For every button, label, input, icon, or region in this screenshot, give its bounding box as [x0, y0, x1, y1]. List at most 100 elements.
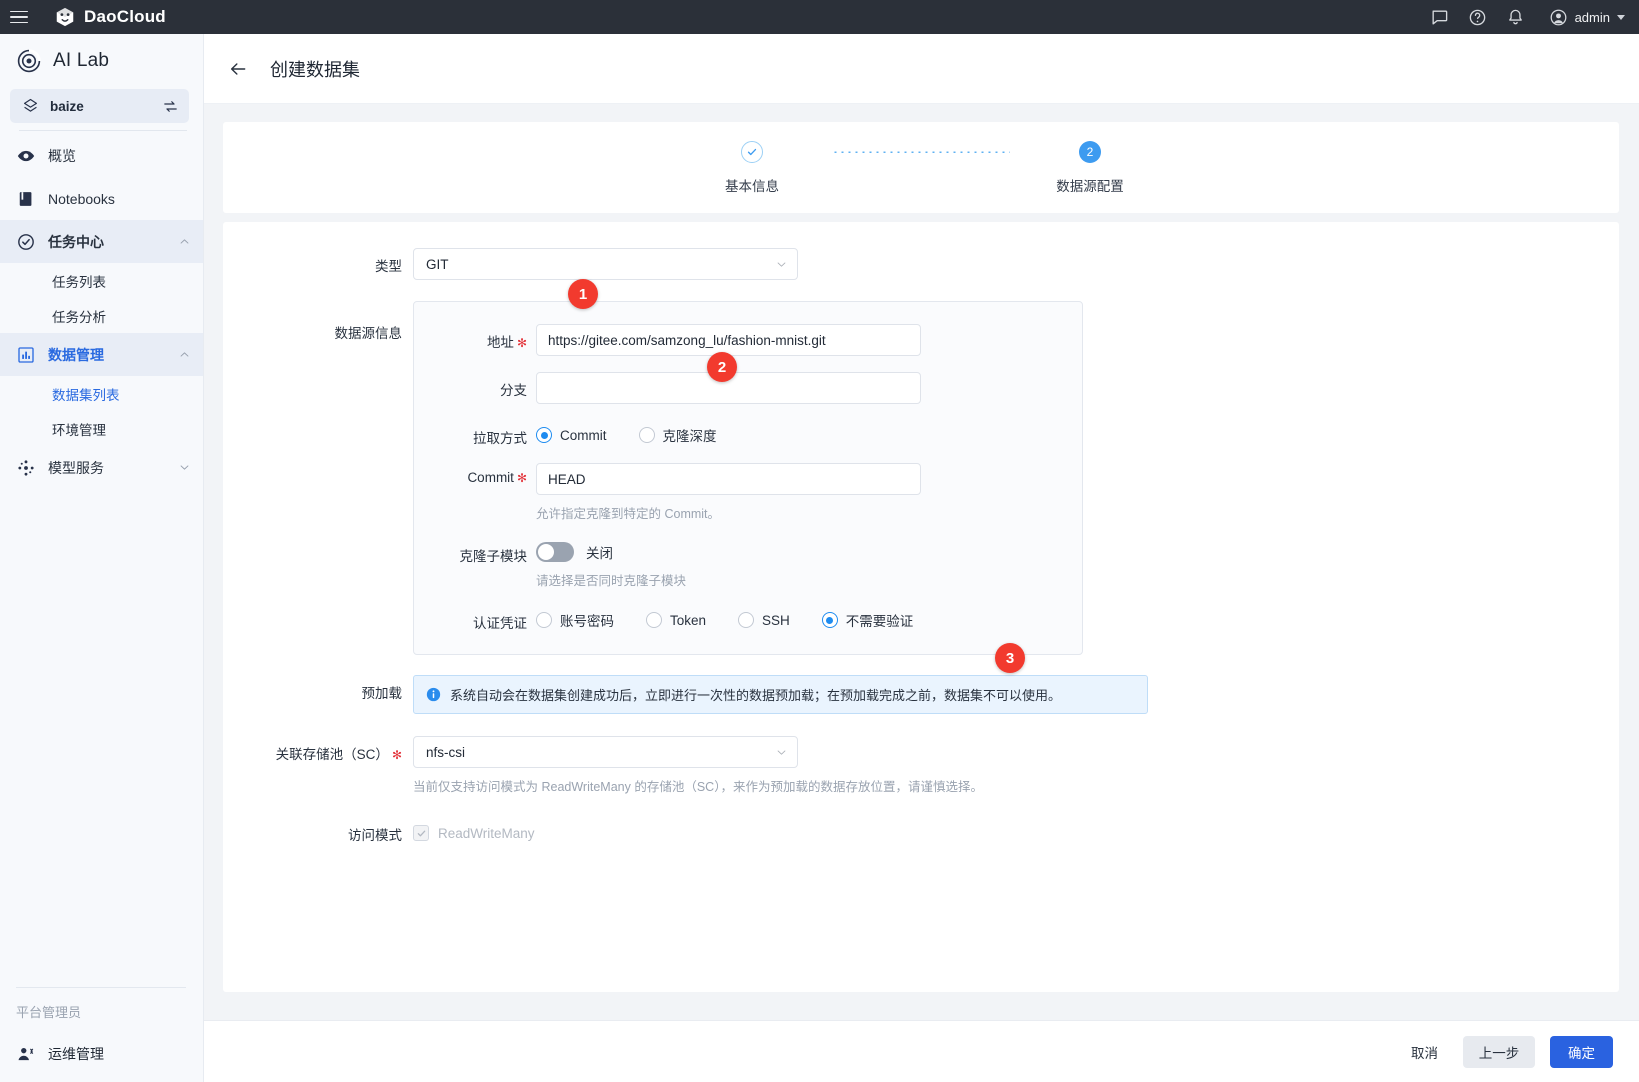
sidebar-item-dataset-list[interactable]: 数据集列表: [0, 376, 203, 411]
datasource-label: 数据源信息: [223, 300, 413, 655]
ops-icon: [16, 1044, 36, 1064]
branch-label: 分支: [414, 372, 536, 399]
bell-icon[interactable]: [1506, 8, 1525, 27]
preload-label: 预加载: [223, 675, 413, 714]
access-mode-option-label: ReadWriteMany: [438, 826, 535, 841]
sidebar-item-task-analysis[interactable]: 任务分析: [0, 298, 203, 333]
page-header: 创建数据集: [204, 34, 1639, 104]
field-address: 地址✻: [414, 324, 1082, 356]
field-auth: 认证凭证 账号密码 Token: [414, 605, 1082, 632]
access-mode-label: 访问模式: [223, 817, 413, 844]
avatar-icon: [1549, 8, 1568, 27]
step-label: 基本信息: [725, 175, 779, 195]
sidebar-group-model-service[interactable]: 模型服务: [0, 446, 203, 489]
sidebar-group-label: 数据管理: [48, 345, 167, 365]
help-icon[interactable]: [1468, 8, 1487, 27]
commit-label-text: Commit: [467, 470, 514, 485]
required-marker: ✻: [517, 471, 527, 485]
radio-dot: [536, 612, 552, 628]
arrow-left-icon[interactable]: [228, 59, 248, 79]
stepper-connector: [832, 151, 1010, 153]
type-select[interactable]: GIT: [413, 248, 798, 280]
radio-auth-token[interactable]: Token: [646, 612, 706, 628]
chevron-up-icon: [179, 349, 190, 360]
workspace-selector[interactable]: baize: [10, 89, 189, 123]
address-label-text: 地址: [487, 335, 514, 350]
address-input[interactable]: [536, 324, 921, 356]
sidebar-sub-label: 任务分析: [52, 306, 106, 326]
app-title[interactable]: AI Lab: [0, 34, 203, 87]
radio-dot: [646, 612, 662, 628]
pull-mode-radio-group: Commit 克隆深度: [536, 420, 749, 445]
form-row-storage-pool: 关联存储池（SC）✻ nfs-csi 当前仅支持访问模式为 ReadWriteM…: [223, 736, 1619, 795]
annotation-bubble-1: 1: [568, 279, 598, 309]
sidebar-ops-label: 运维管理: [48, 1044, 104, 1064]
brand-name: DaoCloud: [84, 7, 166, 27]
sidebar-item-environment-management[interactable]: 环境管理: [0, 411, 203, 446]
radio-auth-ssh[interactable]: SSH: [738, 612, 790, 628]
step-datasource-config[interactable]: 2 数据源配置: [1010, 141, 1170, 195]
check-icon: [416, 828, 427, 839]
radio-pull-commit[interactable]: Commit: [536, 427, 607, 443]
brand-logo-area[interactable]: DaoCloud: [54, 6, 166, 28]
switch-icon[interactable]: [162, 98, 179, 115]
sidebar-item-notebooks[interactable]: Notebooks: [0, 177, 203, 220]
chevron-down-icon: [1617, 15, 1625, 20]
radio-dot: [738, 612, 754, 628]
storage-pool-label: 关联存储池（SC）✻: [223, 736, 413, 795]
access-mode-checkbox-row: ReadWriteMany: [413, 817, 535, 844]
sidebar-item-overview[interactable]: 概览: [0, 134, 203, 177]
check-icon: [746, 146, 758, 158]
commit-input[interactable]: [536, 463, 921, 495]
preload-message: 系统自动会在数据集创建成功后，立即进行一次性的数据预加载；在预加载完成之前，数据…: [450, 685, 1061, 704]
sidebar-group-label: 模型服务: [48, 458, 167, 478]
sidebar-sub-label: 环境管理: [52, 419, 106, 439]
storage-pool-select[interactable]: nfs-csi: [413, 736, 798, 768]
sidebar-item-task-list[interactable]: 任务列表: [0, 263, 203, 298]
form-row-access-mode: 访问模式 ReadWriteMany: [223, 817, 1619, 844]
cancel-button[interactable]: 取消: [1401, 1036, 1448, 1068]
chevron-down-icon: [179, 462, 190, 473]
storage-pool-value: nfs-csi: [426, 745, 776, 760]
submodule-toggle[interactable]: [536, 542, 574, 562]
step-badge-done: [741, 141, 763, 163]
stepper-card: 基本信息 2 数据源配置: [223, 122, 1619, 213]
sidebar-group-task-center[interactable]: 任务中心: [0, 220, 203, 263]
content-region: 基本信息 2 数据源配置 类型 GIT: [204, 104, 1639, 1020]
chat-icon[interactable]: [1430, 8, 1449, 27]
sidebar-group-label: 任务中心: [48, 232, 167, 252]
auth-radio-group: 账号密码 Token SSH: [536, 605, 913, 630]
pull-mode-label: 拉取方式: [414, 420, 536, 447]
radio-dot: [639, 427, 655, 443]
radio-pull-clone-depth[interactable]: 克隆深度: [639, 425, 717, 445]
radio-dot: [822, 612, 838, 628]
sidebar-item-ops-management[interactable]: 运维管理: [0, 1034, 203, 1082]
field-commit: Commit✻ 允许指定克隆到特定的 Commit。: [414, 463, 1082, 522]
daocloud-logo-icon: [54, 6, 76, 28]
chevron-down-icon: [776, 747, 787, 758]
form-row-type: 类型 GIT: [223, 248, 1619, 280]
required-marker: ✻: [517, 336, 527, 350]
footer-actions: 取消 上一步 确定: [204, 1020, 1639, 1082]
radio-auth-none[interactable]: 不需要验证: [822, 610, 914, 630]
type-select-value: GIT: [426, 257, 776, 272]
submodule-state-label: 关闭: [586, 542, 613, 562]
previous-step-button[interactable]: 上一步: [1463, 1036, 1535, 1068]
radio-label: Token: [670, 613, 706, 628]
storage-pool-label-text: 关联存储池（SC）: [276, 747, 389, 762]
toggle-knob: [538, 544, 554, 560]
user-menu[interactable]: admin: [1549, 8, 1625, 27]
radio-auth-password[interactable]: 账号密码: [536, 610, 614, 630]
preload-info-banner: 系统自动会在数据集创建成功后，立即进行一次性的数据预加载；在预加载完成之前，数据…: [413, 675, 1148, 714]
auth-label: 认证凭证: [414, 605, 536, 632]
step-basic-info[interactable]: 基本信息: [672, 141, 832, 195]
field-submodule: 克隆子模块 关闭 请选择是否同时克隆子模块: [414, 538, 1082, 589]
hamburger-icon[interactable]: [10, 6, 32, 28]
form-card: 类型 GIT 数据源信息 地址✻: [223, 222, 1619, 992]
sidebar-item-label: Notebooks: [48, 191, 190, 207]
type-label: 类型: [223, 248, 413, 280]
sidebar-group-data-management[interactable]: 数据管理: [0, 333, 203, 376]
confirm-button[interactable]: 确定: [1550, 1036, 1613, 1068]
sidebar-item-label: 概览: [48, 146, 190, 166]
commit-hint: 允许指定克隆到特定的 Commit。: [536, 503, 921, 522]
